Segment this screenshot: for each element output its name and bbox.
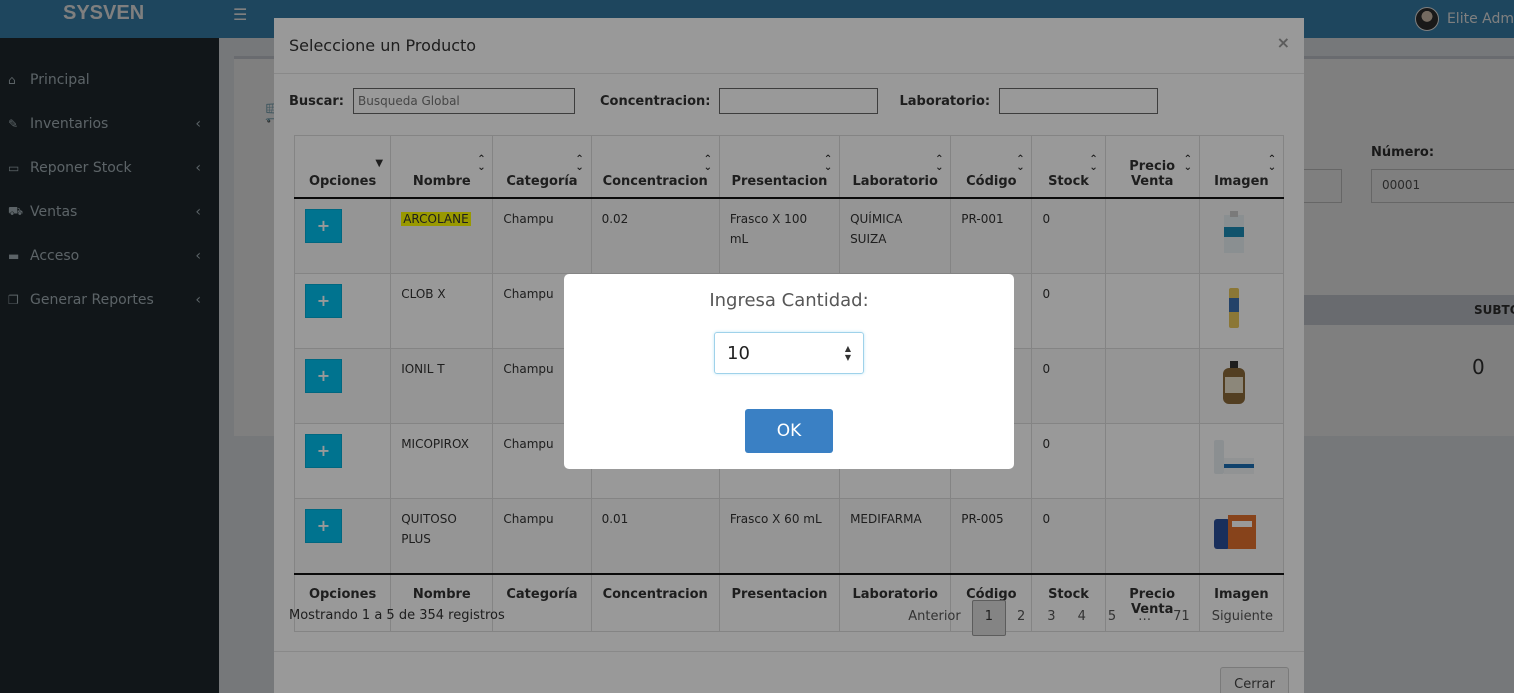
spinner-arrows-icon[interactable]: ▲ ▼ [845,344,851,362]
ok-button[interactable]: OK [745,409,833,453]
quantity-stepper[interactable]: 10 ▲ ▼ [714,332,864,374]
quantity-value: 10 [727,342,750,364]
quantity-dialog: Ingresa Cantidad: 10 ▲ ▼ OK [564,274,1014,469]
dialog-title: Ingresa Cantidad: [709,290,869,311]
